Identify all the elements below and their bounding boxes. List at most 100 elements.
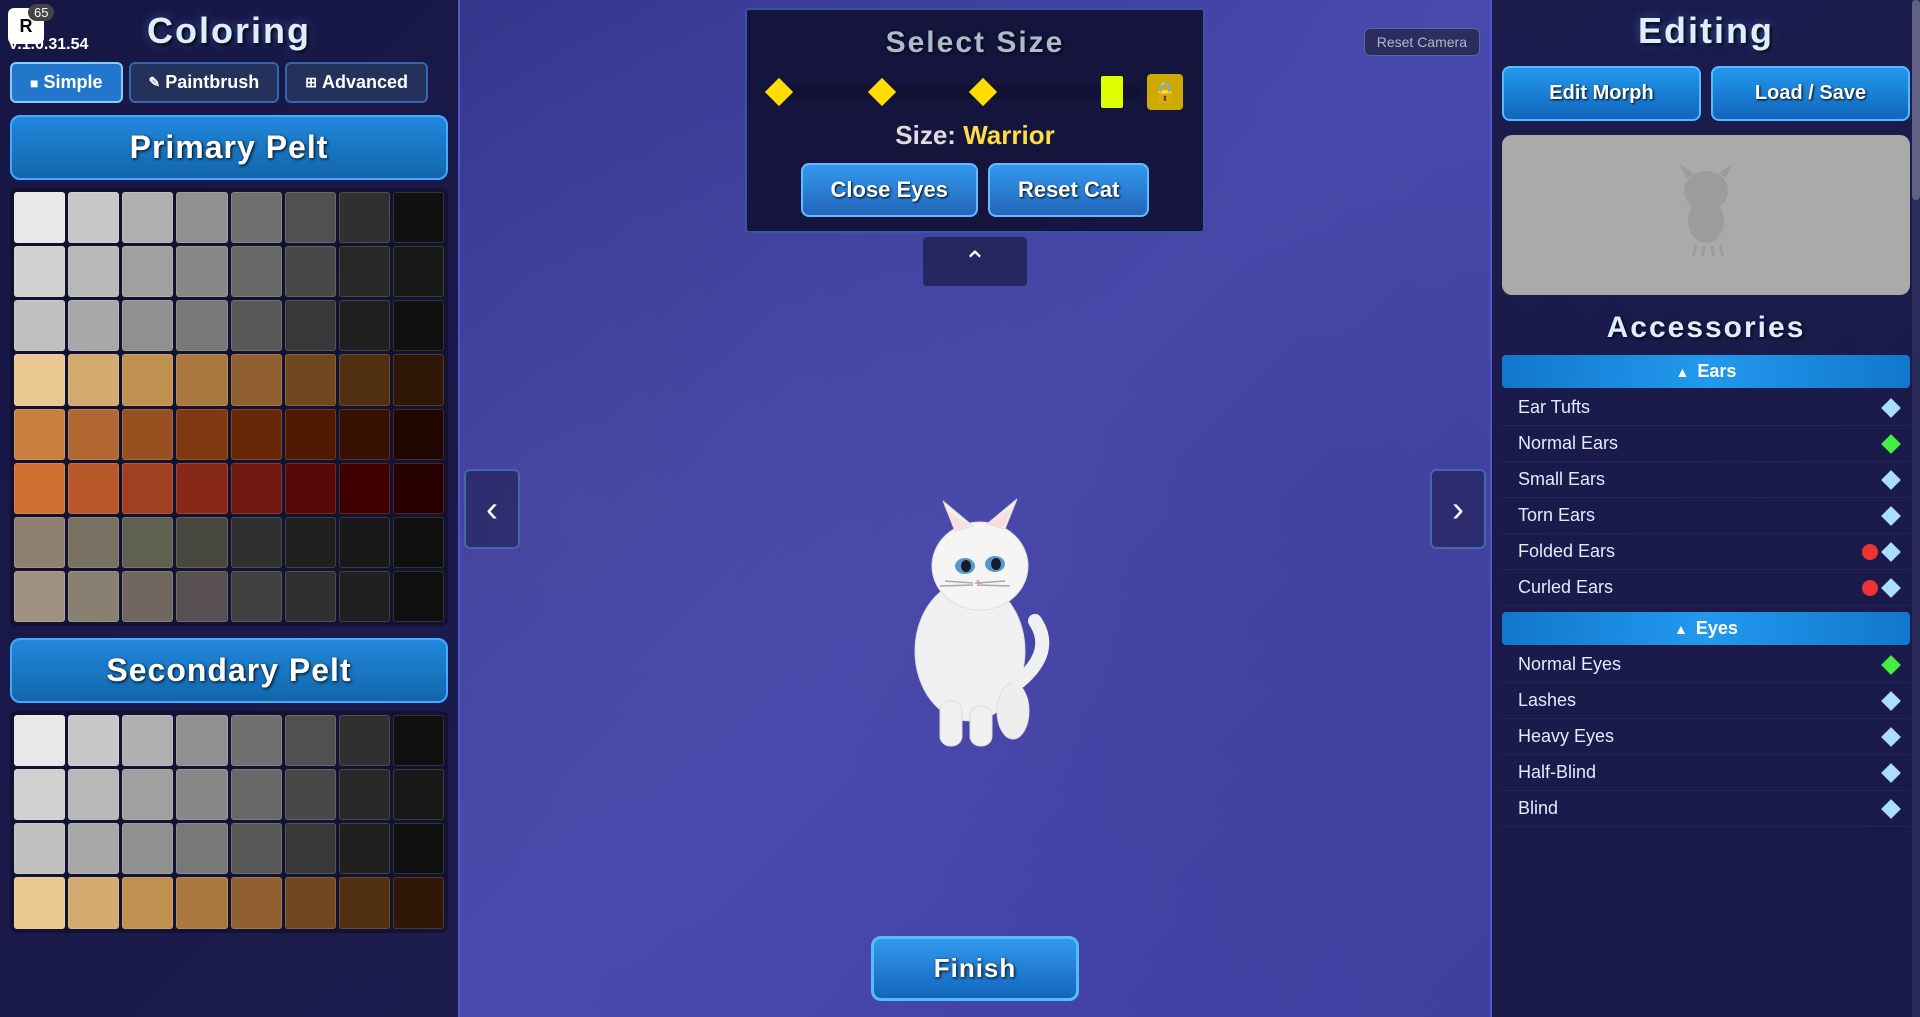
secondary-color-swatch[interactable] — [393, 823, 444, 874]
secondary-color-swatch[interactable] — [285, 823, 336, 874]
secondary-color-swatch[interactable] — [285, 877, 336, 928]
primary-color-swatch[interactable] — [339, 192, 390, 243]
primary-color-swatch[interactable] — [285, 517, 336, 568]
list-item[interactable]: Heavy Eyes — [1502, 719, 1910, 755]
primary-color-swatch[interactable] — [176, 246, 227, 297]
primary-color-swatch[interactable] — [122, 571, 173, 622]
secondary-color-swatch[interactable] — [231, 715, 282, 766]
primary-color-swatch[interactable] — [176, 517, 227, 568]
edit-morph-button[interactable]: Edit Morph — [1502, 66, 1701, 121]
secondary-color-swatch[interactable] — [122, 823, 173, 874]
reset-camera-button[interactable]: Reset Camera — [1364, 28, 1480, 56]
secondary-color-swatch[interactable] — [176, 769, 227, 820]
slider-thumb[interactable] — [1101, 76, 1123, 108]
secondary-color-swatch[interactable] — [393, 715, 444, 766]
list-item[interactable]: Lashes — [1502, 683, 1910, 719]
primary-color-swatch[interactable] — [176, 571, 227, 622]
secondary-color-swatch[interactable] — [122, 877, 173, 928]
list-item[interactable]: Torn Ears — [1502, 498, 1910, 534]
primary-color-swatch[interactable] — [231, 571, 282, 622]
secondary-color-swatch[interactable] — [14, 823, 65, 874]
secondary-color-swatch[interactable] — [14, 877, 65, 928]
primary-color-swatch[interactable] — [68, 517, 119, 568]
primary-color-swatch[interactable] — [339, 354, 390, 405]
size-slider-track[interactable] — [767, 85, 1141, 99]
list-item[interactable]: Small Ears — [1502, 462, 1910, 498]
list-item[interactable]: Folded Ears — [1502, 534, 1910, 570]
mode-simple-button[interactable]: ■ Simple — [10, 62, 123, 103]
primary-color-swatch[interactable] — [339, 246, 390, 297]
secondary-color-swatch[interactable] — [68, 823, 119, 874]
primary-color-swatch[interactable] — [285, 300, 336, 351]
primary-color-swatch[interactable] — [393, 192, 444, 243]
list-item[interactable]: Normal Ears — [1502, 426, 1910, 462]
chevron-up-button[interactable]: ⌃ — [923, 237, 1026, 286]
primary-color-swatch[interactable] — [339, 517, 390, 568]
list-item[interactable]: Normal Eyes — [1502, 647, 1910, 683]
ears-section-header[interactable]: ▲ Ears — [1502, 355, 1910, 388]
list-item[interactable]: Blind — [1502, 791, 1910, 827]
primary-color-swatch[interactable] — [231, 354, 282, 405]
secondary-color-swatch[interactable] — [14, 715, 65, 766]
primary-color-swatch[interactable] — [14, 192, 65, 243]
secondary-color-swatch[interactable] — [176, 877, 227, 928]
primary-color-swatch[interactable] — [231, 463, 282, 514]
primary-color-swatch[interactable] — [122, 300, 173, 351]
primary-color-swatch[interactable] — [393, 409, 444, 460]
primary-color-swatch[interactable] — [122, 192, 173, 243]
secondary-color-swatch[interactable] — [339, 715, 390, 766]
primary-color-swatch[interactable] — [14, 517, 65, 568]
primary-color-swatch[interactable] — [68, 246, 119, 297]
secondary-color-swatch[interactable] — [285, 715, 336, 766]
mode-advanced-button[interactable]: ⊞ Advanced — [285, 62, 428, 103]
primary-color-swatch[interactable] — [393, 571, 444, 622]
secondary-color-swatch[interactable] — [285, 769, 336, 820]
primary-color-swatch[interactable] — [122, 354, 173, 405]
primary-color-swatch[interactable] — [176, 354, 227, 405]
primary-color-swatch[interactable] — [393, 463, 444, 514]
primary-color-swatch[interactable] — [231, 517, 282, 568]
primary-color-swatch[interactable] — [231, 409, 282, 460]
primary-color-swatch[interactable] — [393, 354, 444, 405]
primary-pelt-header[interactable]: Primary Pelt — [10, 115, 448, 180]
primary-color-swatch[interactable] — [339, 463, 390, 514]
primary-color-swatch[interactable] — [339, 571, 390, 622]
primary-color-swatch[interactable] — [14, 409, 65, 460]
primary-color-swatch[interactable] — [68, 463, 119, 514]
primary-color-swatch[interactable] — [285, 354, 336, 405]
close-eyes-button[interactable]: Close Eyes — [801, 163, 978, 217]
primary-color-swatch[interactable] — [285, 192, 336, 243]
primary-color-swatch[interactable] — [68, 300, 119, 351]
primary-color-swatch[interactable] — [122, 409, 173, 460]
primary-color-swatch[interactable] — [393, 300, 444, 351]
primary-color-swatch[interactable] — [14, 354, 65, 405]
primary-color-swatch[interactable] — [68, 409, 119, 460]
load-save-button[interactable]: Load / Save — [1711, 66, 1910, 121]
secondary-color-swatch[interactable] — [231, 769, 282, 820]
secondary-color-swatch[interactable] — [68, 769, 119, 820]
secondary-color-swatch[interactable] — [339, 877, 390, 928]
primary-color-swatch[interactable] — [285, 571, 336, 622]
secondary-color-swatch[interactable] — [122, 769, 173, 820]
secondary-color-swatch[interactable] — [176, 823, 227, 874]
reset-cat-button[interactable]: Reset Cat — [988, 163, 1149, 217]
nav-left-arrow[interactable]: ‹ — [464, 469, 520, 549]
primary-color-swatch[interactable] — [231, 300, 282, 351]
slider-lock-icon[interactable]: 🔒 — [1147, 74, 1183, 110]
primary-color-swatch[interactable] — [285, 463, 336, 514]
secondary-color-swatch[interactable] — [68, 715, 119, 766]
primary-color-swatch[interactable] — [14, 300, 65, 351]
primary-color-swatch[interactable] — [339, 300, 390, 351]
secondary-color-swatch[interactable] — [339, 769, 390, 820]
primary-color-swatch[interactable] — [68, 354, 119, 405]
right-scrollbar[interactable] — [1912, 0, 1920, 1017]
primary-color-swatch[interactable] — [393, 246, 444, 297]
nav-right-arrow[interactable]: › — [1430, 469, 1486, 549]
primary-color-swatch[interactable] — [285, 409, 336, 460]
primary-color-swatch[interactable] — [176, 192, 227, 243]
secondary-color-swatch[interactable] — [231, 877, 282, 928]
mode-paintbrush-button[interactable]: ✎ Paintbrush — [129, 62, 280, 103]
eyes-section-header[interactable]: ▲ Eyes — [1502, 612, 1910, 645]
secondary-color-swatch[interactable] — [339, 823, 390, 874]
primary-color-swatch[interactable] — [122, 246, 173, 297]
